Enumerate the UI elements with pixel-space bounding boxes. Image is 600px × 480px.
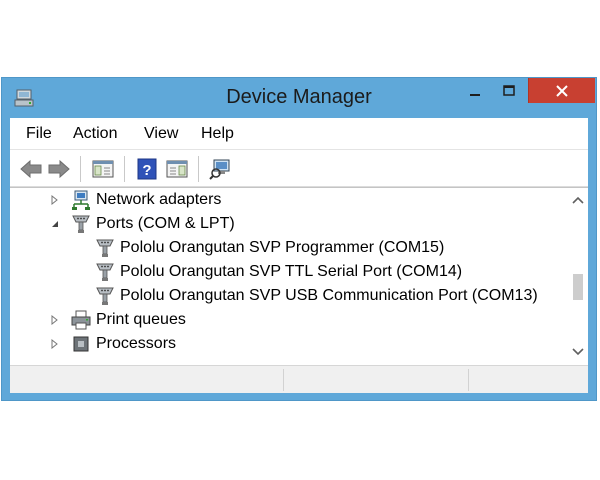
toolbar-separator [80,156,81,182]
device-manager-window: Device Manager File Action View Help ? N… [1,77,597,401]
tree-node-print-queues[interactable]: Print queues [48,308,186,332]
tree-node-port-usb-communication[interactable]: Pololu Orangutan SVP USB Communication P… [94,284,538,308]
toolbar: ? [10,149,588,187]
serial-port-icon [94,285,116,307]
status-pane [469,369,587,391]
properties-pane-button[interactable] [164,157,190,181]
processor-icon [70,333,92,355]
printer-icon [70,309,92,331]
close-button[interactable] [528,78,595,103]
maximize-icon [503,84,515,96]
tree-node-processors[interactable]: Processors [48,332,176,356]
chevron-down-icon [572,348,584,356]
menu-help[interactable]: Help [201,125,234,143]
forward-button[interactable] [46,157,72,181]
expand-collapsed-icon[interactable] [48,313,62,327]
scan-hardware-button[interactable] [208,157,234,181]
back-icon [20,159,42,179]
tree-node-label: Ports (COM & LPT) [96,215,235,232]
maximize-button[interactable] [494,78,524,103]
device-tree[interactable]: Network adapters Ports (COM & LPT) Polol… [10,187,588,365]
tree-node-ports[interactable]: Ports (COM & LPT) [48,212,235,236]
vertical-scrollbar[interactable] [568,188,588,365]
back-button[interactable] [18,157,44,181]
close-icon [556,84,568,97]
show-hide-console-tree-icon [92,160,114,178]
tree-node-label: Pololu Orangutan SVP TTL Serial Port (CO… [120,263,463,280]
tree-node-label: Pololu Orangutan SVP USB Communication P… [120,287,538,304]
chevron-up-icon [572,196,584,204]
status-bar [10,365,588,393]
scroll-thumb[interactable] [573,274,583,300]
tree-node-label: Print queues [96,311,186,328]
properties-pane-icon [166,160,188,178]
svg-text:?: ? [142,162,151,179]
help-button[interactable]: ? [134,157,160,181]
show-hide-console-tree-button[interactable] [90,157,116,181]
menu-action[interactable]: Action [73,125,117,143]
network-adapter-icon [70,189,92,211]
expand-collapsed-icon[interactable] [48,337,62,351]
window-client-area: File Action View Help ? Network adapters… [10,118,588,393]
tree-node-port-ttl-serial[interactable]: Pololu Orangutan SVP TTL Serial Port (CO… [94,260,462,284]
toolbar-separator [198,156,199,182]
tree-node-label: Network adapters [96,191,222,208]
tree-node-label: Processors [96,335,177,352]
scroll-up-button[interactable] [568,190,588,210]
serial-port-icon [94,261,116,283]
help-icon: ? [137,158,157,180]
status-pane [10,369,284,391]
menu-bar: File Action View Help [10,118,588,149]
tree-node-port-programmer[interactable]: Pololu Orangutan SVP Programmer (COM15) [94,236,444,260]
minimize-icon [470,93,480,96]
toolbar-separator [124,156,125,182]
expand-collapsed-icon[interactable] [48,193,62,207]
status-pane [284,369,469,391]
serial-port-icon [70,213,92,235]
title-bar[interactable]: Device Manager [2,78,596,118]
menu-view[interactable]: View [144,125,178,143]
scroll-down-button[interactable] [568,342,588,362]
serial-port-icon [94,237,116,259]
minimize-button[interactable] [460,78,490,103]
tree-node-network-adapters[interactable]: Network adapters [48,188,221,212]
tree-node-label: Pololu Orangutan SVP Programmer (COM15) [120,239,445,256]
forward-icon [48,159,70,179]
scan-hardware-icon [209,159,230,180]
expand-expanded-icon[interactable] [48,217,62,231]
menu-file[interactable]: File [26,125,52,143]
